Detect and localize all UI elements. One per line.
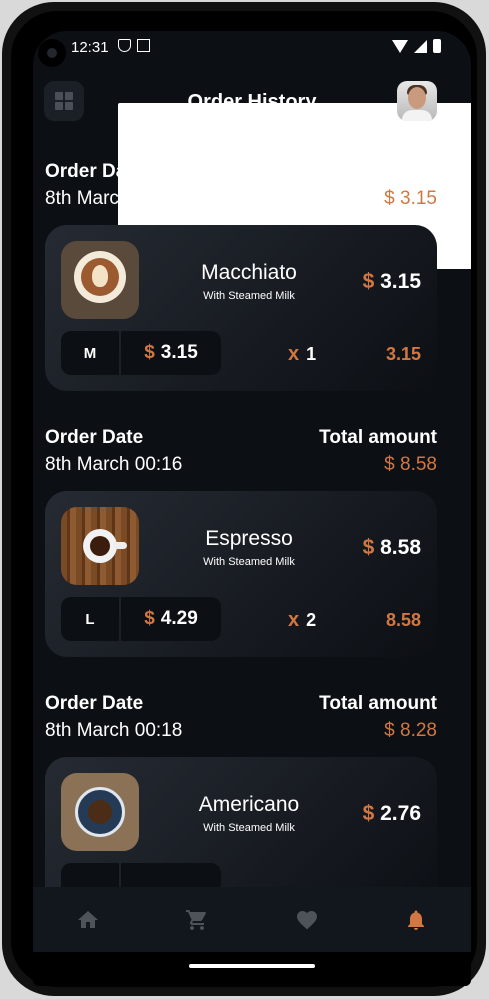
app-screen: 12:31 Order History Order Date 8th March…: [33, 31, 471, 986]
bottom-nav: [33, 887, 471, 952]
shield-icon: [118, 39, 131, 52]
bell-icon: [408, 910, 425, 930]
status-time: 12:31: [71, 39, 109, 56]
product-price: $ 8.58: [362, 536, 421, 559]
order-item-card[interactable]: Macchiato With Steamed Milk $ 3.15 M $3.…: [45, 225, 437, 391]
size-badge: L: [61, 597, 119, 641]
status-bar: 12:31: [33, 31, 471, 269]
unit-price: $3.15: [121, 331, 221, 375]
order-item-card[interactable]: Espresso With Steamed Milk $ 8.58 L $4.2…: [45, 491, 437, 657]
avatar[interactable]: [397, 81, 437, 121]
order-header: Order Date 8th March 00:18 Total amount …: [45, 693, 437, 749]
order-date: 8th March 00:16: [45, 454, 183, 475]
battery-icon: [433, 39, 441, 53]
product-price: $ 3.15: [362, 270, 421, 293]
line-total: 3.15: [385, 344, 421, 364]
gesture-bar: [33, 952, 471, 986]
product-image: [61, 773, 139, 851]
order-date: 8th March 00:16: [45, 188, 183, 209]
order-group: Order Date 8th March 00:18 Total amount …: [45, 693, 437, 923]
home-indicator[interactable]: [189, 964, 315, 968]
product-price: $ 2.76: [362, 802, 421, 825]
screenshot-icon: [137, 39, 150, 52]
status-system-icons: [392, 39, 441, 53]
size-badge: M: [61, 331, 119, 375]
status-notification-icons: [118, 39, 471, 269]
wifi-icon: [392, 39, 408, 53]
front-camera: [38, 39, 66, 67]
product-subtitle: With Steamed Milk: [203, 556, 295, 568]
unit-price: $4.29: [121, 597, 221, 641]
product-subtitle: With Steamed Milk: [203, 290, 295, 302]
order-group: Order Date 8th March 00:16 Total amount …: [45, 161, 437, 391]
product-name: Espresso: [205, 527, 293, 550]
signal-icon: [414, 39, 427, 53]
cart-icon: [186, 909, 207, 930]
total-amount: $ 8.28: [384, 720, 437, 741]
product-name: Macchiato: [201, 261, 297, 284]
product-subtitle: With Steamed Milk: [203, 822, 295, 834]
quantity: x 2: [288, 609, 317, 631]
app-header: Order History: [33, 81, 471, 125]
product-image: [61, 241, 139, 319]
product-image: [61, 507, 139, 585]
total-amount: $ 8.58: [384, 454, 437, 475]
total-amount-label: Total amount: [319, 161, 437, 182]
heart-icon: [296, 910, 317, 929]
nav-cart[interactable]: [143, 887, 253, 952]
order-date-label: Order Date: [45, 693, 144, 714]
nav-notifications[interactable]: [362, 887, 472, 952]
line-total: 8.58: [385, 610, 421, 630]
quantity: x 1: [288, 343, 317, 365]
order-date: 8th March 00:18: [45, 720, 183, 741]
order-header: Order Date 8th March 00:16 Total amount …: [45, 161, 437, 217]
product-name: Americano: [198, 793, 300, 816]
order-group: Order Date 8th March 00:16 Total amount …: [45, 427, 437, 657]
nav-home[interactable]: [33, 887, 143, 952]
order-date-label: Order Date: [45, 161, 144, 182]
order-date-label: Order Date: [45, 427, 144, 448]
total-amount-label: Total amount: [319, 693, 437, 714]
total-amount: $ 3.15: [384, 188, 437, 209]
home-icon: [77, 910, 98, 928]
total-amount-label: Total amount: [319, 427, 437, 448]
nav-favorites[interactable]: [252, 887, 362, 952]
order-header: Order Date 8th March 00:16 Total amount …: [45, 427, 437, 483]
